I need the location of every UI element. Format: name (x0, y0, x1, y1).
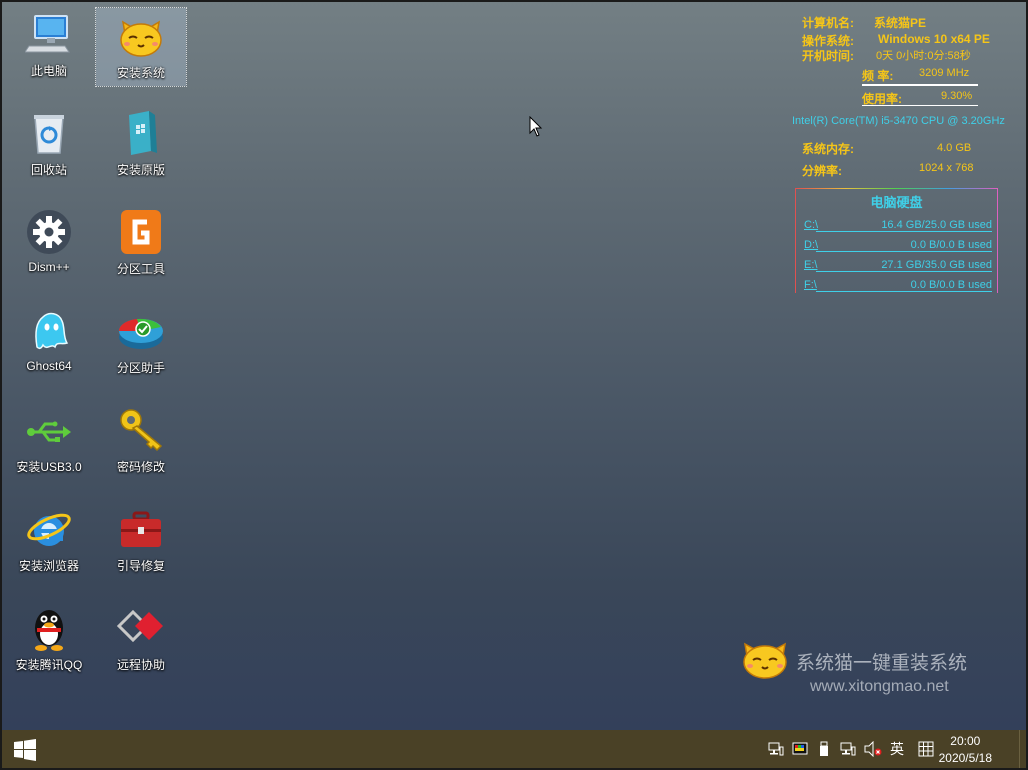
ime-indicator[interactable]: 英 (888, 741, 906, 757)
drive-usage: 0.0 B/0.0 B used (910, 279, 992, 291)
icon-label: 分区助手 (116, 361, 165, 375)
disk-row-e: E:\ 27.1 GB/35.0 GB used (804, 259, 992, 273)
desktop-icon-password-change[interactable]: 密码修改 (96, 402, 186, 480)
ghost-icon (25, 307, 73, 355)
icon-label: 安装系统 (116, 66, 165, 80)
desktop-icon-partition-tool[interactable]: 分区工具 (96, 204, 186, 282)
icon-label: 回收站 (30, 163, 67, 177)
clock-date: 2020/5/18 (938, 751, 992, 765)
taskbar: 英 20:00 2020/5/18 (2, 730, 1026, 768)
windows-box-icon (117, 109, 165, 157)
drive-letter: E:\ (804, 259, 818, 271)
network-icon[interactable] (768, 741, 784, 757)
disk-row-f: F:\ 0.0 B/0.0 B used (804, 279, 992, 293)
ie-icon (25, 505, 73, 553)
icon-label: 密码修改 (116, 460, 165, 474)
icon-label: 此电脑 (30, 64, 67, 78)
freq-value: 3209 MHz (919, 67, 970, 79)
drive-usage: 0.0 B/0.0 B used (910, 239, 992, 251)
desktop-icon-recycle-bin[interactable]: 回收站 (4, 105, 94, 183)
memory-value: 4.0 GB (937, 142, 972, 154)
remote-diamond-icon (116, 604, 165, 652)
desktop-icon-dism[interactable]: Dism++ (4, 204, 94, 282)
usb-drive-icon[interactable] (816, 741, 832, 757)
os-value: Windows 10 x64 PE (878, 32, 990, 46)
computer-name-value: 系统猫PE (874, 16, 927, 30)
drive-usage: 16.4 GB/25.0 GB used (881, 219, 992, 231)
computer-icon (24, 10, 73, 58)
clock-time: 20:00 (950, 734, 981, 748)
desktop-icon-boot-repair[interactable]: 引导修复 (96, 501, 186, 579)
watermark-url: www.xitongmao.net (810, 678, 949, 695)
drive-letter: F:\ (804, 279, 817, 291)
desktop-icon-ghost64[interactable]: Ghost64 (4, 303, 94, 381)
icon-label: 远程协助 (116, 658, 165, 672)
diskgenius-icon (117, 208, 165, 256)
start-button[interactable] (14, 739, 36, 761)
cat-face-icon (117, 12, 165, 60)
usage-divider (862, 105, 978, 106)
volume-muted-icon[interactable] (864, 740, 882, 758)
desktop-icon-install-system[interactable]: 安装系统 (95, 7, 187, 87)
desktop-icon-usb3[interactable]: 安装USB3.0 (4, 402, 94, 480)
desktop-icon-remote-assist[interactable]: 远程协助 (96, 600, 186, 678)
mouse-cursor-icon (529, 116, 543, 137)
cpu-model: Intel(R) Core(TM) i5-3470 CPU @ 3.20GHz (792, 115, 1005, 127)
icon-label: Dism++ (28, 260, 70, 274)
qq-penguin-icon (25, 604, 73, 652)
partition-pie-icon (117, 307, 165, 355)
freq-label: 频 率: (862, 69, 894, 83)
display-color-icon[interactable] (792, 741, 808, 757)
windows-logo-icon (14, 739, 36, 761)
freq-divider (862, 84, 978, 86)
keyboard-grid-icon[interactable] (918, 741, 934, 757)
disk-row-c: C:\ 16.4 GB/25.0 GB used (804, 219, 992, 233)
icon-label: 安装原版 (116, 163, 165, 177)
drive-letter: D:\ (804, 239, 819, 251)
desktop-icon-qq[interactable]: 安装腾讯QQ (4, 600, 94, 678)
resolution-value: 1024 x 768 (919, 162, 974, 174)
desktop-icon-partition-assistant[interactable]: 分区助手 (96, 303, 186, 381)
resolution-label: 分辨率: (802, 164, 842, 178)
memory-label: 系统内存: (802, 142, 854, 156)
gear-icon (25, 208, 73, 256)
recycle-bin-icon (25, 109, 73, 157)
desktop-icon-install-original[interactable]: 安装原版 (96, 105, 186, 183)
icon-label: 引导修复 (116, 559, 165, 573)
clock[interactable]: 20:00 2020/5/18 (939, 733, 992, 767)
icon-label: 安装腾讯QQ (15, 658, 83, 672)
uptime-label: 开机时间: (802, 49, 854, 63)
icon-label: Ghost64 (26, 359, 72, 373)
drive-letter: C:\ (804, 219, 819, 231)
desktop-icon-this-pc[interactable]: 此电脑 (4, 6, 94, 84)
cat-logo-icon (743, 642, 787, 679)
icon-label: 分区工具 (116, 262, 165, 276)
usb-icon (25, 406, 73, 454)
desktop-icon-browser[interactable]: 安装浏览器 (4, 501, 94, 579)
icon-label: 安装浏览器 (18, 559, 79, 573)
disk-row-d: D:\ 0.0 B/0.0 B used (804, 239, 992, 253)
network-status-icon[interactable] (840, 741, 856, 757)
watermark-title: 系统猫一键重装系统 (796, 653, 968, 674)
disk-panel-title: 电脑硬盘 (870, 195, 923, 210)
drive-usage: 27.1 GB/35.0 GB used (881, 259, 992, 271)
key-icon (117, 406, 165, 454)
computer-name-label: 计算机名: (802, 16, 854, 30)
toolbox-icon (117, 505, 165, 553)
show-desktop-button[interactable] (1019, 730, 1026, 768)
uptime-value: 0天 0小时:0分:58秒 (876, 50, 971, 62)
usage-value: 9.30% (941, 90, 973, 102)
desktop[interactable]: 此电脑 回收站 Dism++ Ghost64 安装USB3.0 安装浏览器 安装… (2, 2, 1026, 730)
icon-label: 安装USB3.0 (16, 460, 82, 474)
disk-panel: 电脑硬盘 C:\ 16.4 GB/25.0 GB used D:\ 0.0 B/… (795, 188, 998, 293)
